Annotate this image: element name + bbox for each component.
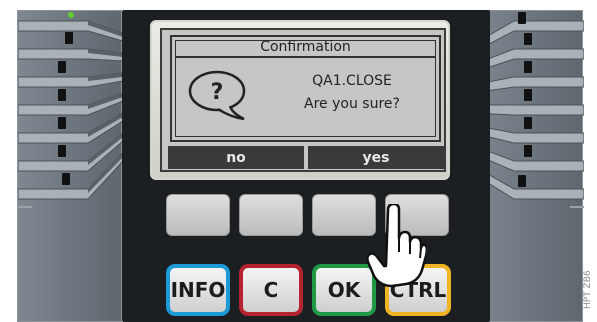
dialog-command: QA1.CLOSE (312, 73, 392, 89)
status-led (68, 12, 74, 18)
hardware-softkey-1[interactable] (166, 194, 230, 236)
dialog-title: Confirmation (176, 39, 435, 58)
clear-button[interactable]: C (239, 264, 303, 316)
figure-code-label: HPT ZB6 (583, 270, 593, 310)
softkey-bar: no yes (168, 146, 444, 169)
hardware-softkey-2[interactable] (239, 194, 303, 236)
question-bubble-icon: ? (188, 70, 246, 121)
question-mark-glyph: ? (211, 80, 224, 105)
left-side-panel (17, 10, 124, 322)
yes-button[interactable]: yes (308, 146, 444, 169)
device-illustration: Confirmation ? QA1.CLOSE Are you sure? n… (0, 0, 597, 322)
pointing-hand-icon (366, 204, 426, 288)
no-button[interactable]: no (168, 146, 304, 169)
dialog-question: Are you sure? (304, 96, 400, 112)
info-button[interactable]: INFO (166, 264, 230, 316)
confirmation-dialog: Confirmation ? QA1.CLOSE Are you sure? (170, 35, 441, 142)
left-cable-bundle (17, 12, 124, 208)
